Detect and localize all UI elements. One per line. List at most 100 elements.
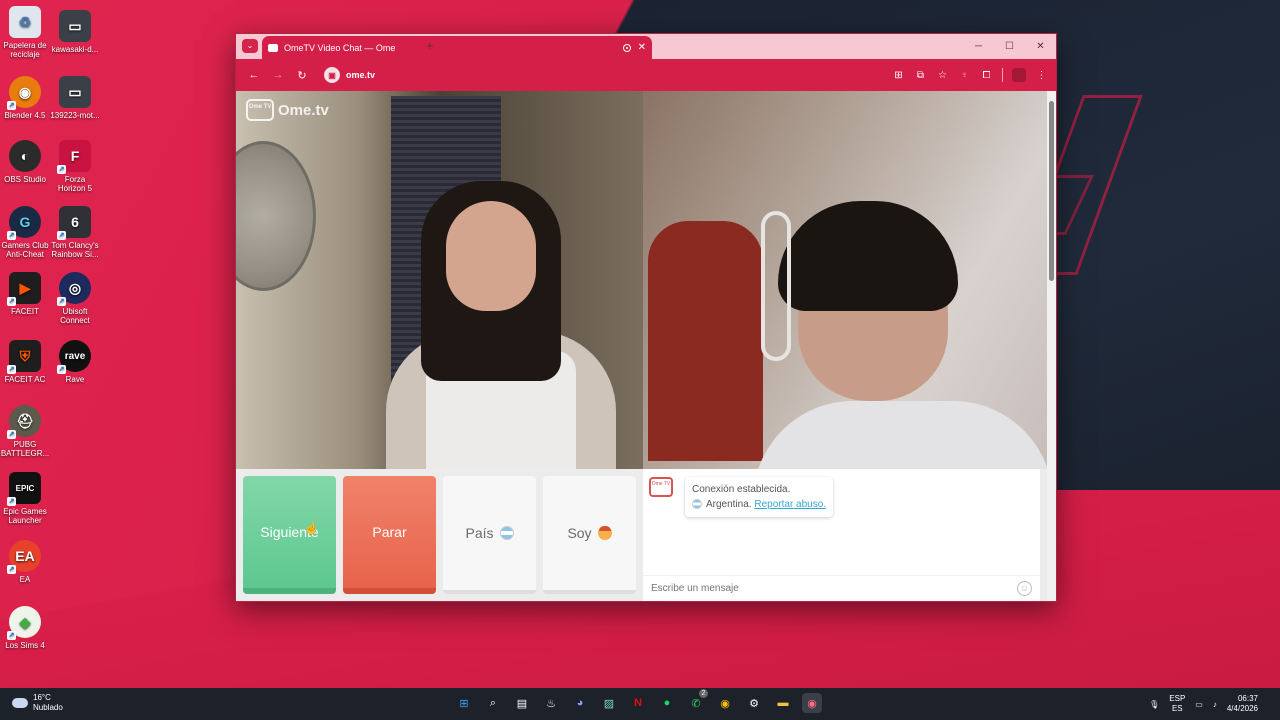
microphone-icon[interactable]: 🎙︎ xyxy=(1149,700,1159,709)
desktop-icon-label: Epic Games Launcher xyxy=(3,507,47,525)
country-button-label: País xyxy=(465,525,494,541)
desktop-icon-recycle-bin[interactable]: ♻ Papelera de reciclaje xyxy=(0,6,50,59)
desktop-icon-label: PUBG BATTLEGR... xyxy=(0,440,50,458)
desktop-icon-rainbow-six[interactable]: 6 ↗ Tom Clancy's Rainbow Si... xyxy=(50,206,100,259)
stop-button[interactable]: Parar xyxy=(343,476,436,594)
ea-icon: EA ↗ xyxy=(7,540,41,574)
whatsapp-badge: 2 xyxy=(699,689,708,698)
argentina-flag-icon xyxy=(692,499,702,510)
file-explorer-icon[interactable]: ▬ xyxy=(773,693,793,713)
language-top: ESP xyxy=(1169,694,1186,703)
desktop-icon-label: FACEIT AC xyxy=(4,375,46,384)
weather-widget[interactable]: 16°C Nublado xyxy=(12,693,63,713)
desktop-icon-epic-games[interactable]: EPIC ↗ Epic Games Launcher xyxy=(0,472,50,525)
taskbar-apps: ⊞ ⌕ ▤ ♨ ◕ ▨ N ● ✆ 2 ◉ ⚙ ▬ ◉ xyxy=(454,689,822,713)
reload-icon[interactable]: ↻ xyxy=(290,69,314,82)
search-icon[interactable]: ⌕ xyxy=(483,693,503,713)
network-icon[interactable]: ▭ xyxy=(1195,700,1203,709)
partner-country: Argentina. xyxy=(706,499,752,510)
discord-icon[interactable]: ◕ xyxy=(570,693,590,713)
desktop-icon-blender[interactable]: ◉ ↗ Blender 4.5 xyxy=(0,76,50,120)
photos-icon[interactable]: ▨ xyxy=(599,693,619,713)
chrome-profile-icon[interactable]: ◉ xyxy=(802,693,822,713)
maximize-icon[interactable]: ☐ xyxy=(994,34,1025,59)
clock-time: 06:37 xyxy=(1237,694,1258,703)
scrollbar-thumb[interactable] xyxy=(1049,101,1054,281)
desktop-icon-ubisoft[interactable]: ◎ ↗ Ubisoft Connect xyxy=(50,272,100,325)
steam-icon[interactable]: ♨ xyxy=(541,693,561,713)
site-info-icon[interactable]: ▣ xyxy=(324,67,340,83)
extension-icon[interactable]: ♆ xyxy=(958,70,971,81)
faceit-ac-icon: ⛨ ↗ xyxy=(7,340,41,374)
video-background-fan xyxy=(236,141,316,291)
address-bar[interactable]: ▣ ome.tv xyxy=(324,67,375,83)
windows-start-icon[interactable]: ⊞ xyxy=(454,693,474,713)
desktop-icon-sims[interactable]: ◆ ↗ Los Sims 4 xyxy=(0,606,50,650)
desktop-icon-kawasaki[interactable]: ▭ kawasaki-d... xyxy=(50,10,100,54)
ometv-favicon-icon xyxy=(268,43,278,52)
spotify-icon[interactable]: ● xyxy=(657,693,677,713)
desktop-icon-faceit-ac[interactable]: ⛨ ↗ FACEIT AC xyxy=(0,340,50,384)
chat-ometv-icon: Ome TV xyxy=(649,477,673,497)
desktop-icon-label: FACEIT xyxy=(10,307,39,316)
obs-icon: ◐ xyxy=(9,140,41,172)
desktop-icon-faceit[interactable]: ▶ ↗ FACEIT xyxy=(0,272,50,316)
desktop-icon-obs[interactable]: ◐ OBS Studio xyxy=(0,140,50,184)
tab-search-button[interactable]: ⌄ xyxy=(242,39,258,53)
whatsapp-icon[interactable]: ✆ 2 xyxy=(686,689,708,713)
profile-avatar-icon[interactable] xyxy=(1012,68,1026,82)
emoji-picker-icon[interactable]: ☺ xyxy=(1017,581,1032,596)
desktop-icon-label: EA xyxy=(19,575,31,584)
desktop-icon-pubg[interactable]: ⛑ ↗ PUBG BATTLEGR... xyxy=(0,405,50,458)
window-controls: ─ ☐ ✕ xyxy=(963,34,1056,59)
bookmark-star-icon[interactable]: ☆ xyxy=(936,70,949,81)
close-window-icon[interactable]: ✕ xyxy=(1025,34,1056,59)
taskbar: 16°C Nublado ⊞ ⌕ ▤ ♨ ◕ ▨ N ● ✆ 2 ◉ ⚙ ▬ ◉ … xyxy=(0,688,1280,720)
boy-emoji-icon xyxy=(597,526,612,540)
image-file-icon: ▭ xyxy=(59,10,91,42)
desktop-icon-rave[interactable]: rave ↗ Rave xyxy=(50,340,100,384)
cast-icon[interactable]: ⧉ xyxy=(914,70,927,81)
desktop-icon-image[interactable]: ▭ 139223-mot... xyxy=(50,76,100,120)
stop-button-label: Parar xyxy=(372,524,407,540)
translate-icon[interactable]: ⊞ xyxy=(892,70,905,81)
image-file-icon: ▭ xyxy=(59,76,91,108)
chrome-icon[interactable]: ◉ xyxy=(715,693,735,713)
toolbar-actions: ⊞ ⧉ ☆ ♆ ⧠ ⋮ xyxy=(892,59,1048,91)
desktop-icon-label: Papelera de reciclaje xyxy=(3,41,47,59)
desktop-icon-forza[interactable]: F ↗ Forza Horizon 5 xyxy=(50,140,100,193)
netflix-icon[interactable]: N xyxy=(628,693,648,713)
new-tab-button[interactable]: + xyxy=(426,38,434,53)
menu-kebab-icon[interactable]: ⋮ xyxy=(1035,70,1048,81)
next-button[interactable]: Siguiente xyxy=(243,476,336,594)
desktop-icon-ea[interactable]: EA ↗ EA xyxy=(0,540,50,584)
minimize-icon[interactable]: ─ xyxy=(963,34,994,59)
extensions-puzzle-icon[interactable]: ⧠ xyxy=(980,70,993,81)
browser-window: ⌄ OmeTV Video Chat — Ome ✕ + ─ ☐ ✕ ← → ↻… xyxy=(235,33,1057,602)
tab-ometv[interactable]: OmeTV Video Chat — Ome ✕ xyxy=(262,36,652,59)
desktop-icon-label: 139223-mot... xyxy=(50,111,100,120)
volume-icon[interactable]: ♪ xyxy=(1213,700,1217,709)
gamersclub-icon: G ↗ xyxy=(7,206,41,240)
gender-button[interactable]: Soy xyxy=(543,476,636,594)
back-icon[interactable]: ← xyxy=(242,69,266,81)
country-button[interactable]: País xyxy=(443,476,536,594)
connection-status-text: Conexión establecida. xyxy=(692,484,791,495)
forward-icon[interactable]: → xyxy=(266,69,290,81)
ometv-logo-badge: Ome TV xyxy=(246,99,274,121)
report-abuse-link[interactable]: Reportar abuso. xyxy=(754,499,826,510)
message-input[interactable] xyxy=(651,583,1017,594)
ubisoft-icon: ◎ ↗ xyxy=(57,272,91,306)
tab-close-icon[interactable]: ✕ xyxy=(638,42,646,53)
gender-button-label: Soy xyxy=(567,525,592,541)
desktop-icon-gamersclub[interactable]: G ↗ Gamers Club Anti-Cheat xyxy=(0,206,50,259)
desktop-icon-label: Los Sims 4 xyxy=(5,641,45,650)
language-indicator[interactable]: ESP ES xyxy=(1169,694,1185,714)
clock[interactable]: 06:37 4/4/2026 xyxy=(1227,694,1258,714)
task-view-icon[interactable]: ▤ xyxy=(512,693,532,713)
steelseries-icon[interactable]: ⚙ xyxy=(744,693,764,713)
page-scrollbar[interactable] xyxy=(1047,91,1056,601)
forza-icon: F ↗ xyxy=(57,140,91,174)
recycle-bin-icon: ♻ xyxy=(9,6,41,38)
chat-input-bar: ☺ xyxy=(643,575,1040,601)
